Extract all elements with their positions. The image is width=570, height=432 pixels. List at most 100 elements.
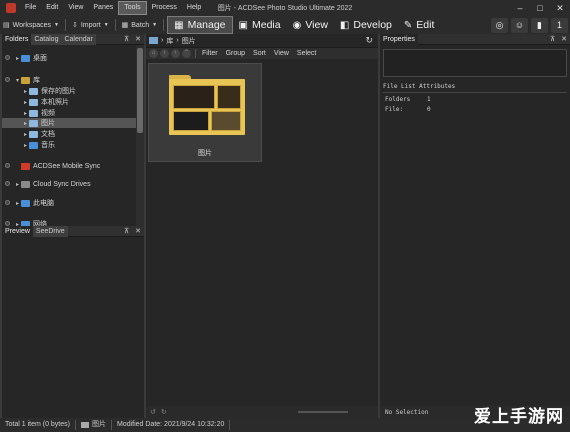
title-bar: File Edit View Panes Tools Process Help 图片 - A…: [0, 0, 570, 16]
folder-tree-scrollbar[interactable]: [136, 45, 144, 226]
mode-tab-view[interactable]: ◉ View: [287, 16, 334, 34]
mode-tab-develop[interactable]: ◧ Develop: [334, 16, 398, 34]
status-total: Total 1 item (0 bytes): [0, 420, 76, 430]
menu-item-file[interactable]: File: [20, 1, 41, 15]
chevron-right-icon[interactable]: ▸: [22, 142, 29, 149]
chevron-down-icon[interactable]: ▾: [14, 77, 21, 84]
property-row: File: 0: [385, 106, 567, 113]
menu-item-edit[interactable]: Edit: [41, 1, 63, 15]
develop-icon: ◧: [339, 19, 350, 31]
mode-tab-edit[interactable]: ✎ Edit: [398, 16, 440, 34]
library-icon: [149, 37, 158, 44]
menu-item-view[interactable]: View: [63, 1, 88, 15]
pin-panel-icon[interactable]: ⊼: [121, 226, 132, 237]
folder-tree-item[interactable]: ACDSee Mobile Sync: [2, 161, 136, 171]
menu-item-process[interactable]: Process: [147, 1, 182, 15]
back-icon[interactable]: ‹: [160, 49, 169, 58]
chevron-right-icon[interactable]: ▸: [22, 110, 29, 117]
folders-panel: Folders Catalog Calendar ⊼ ✕ ▸ 桌面 ▾ 库 ▸ 保存的图片…: [2, 33, 144, 228]
folder-tree-item[interactable]: ▸ 此电脑: [2, 198, 136, 208]
folder-tree-item[interactable]: ▸ 保存的图片: [2, 86, 136, 96]
close-panel-icon[interactable]: ✕: [132, 34, 144, 45]
toolbar-divider: [64, 19, 66, 31]
batch-button[interactable]: ▦ Batch ▼: [119, 18, 160, 32]
folder-tree-item[interactable]: ▸ 本机照片: [2, 97, 136, 107]
chevron-right-icon[interactable]: ▸: [14, 200, 21, 207]
menu-item-panes[interactable]: Panes: [88, 1, 118, 15]
folder-tree-item[interactable]: ▸ Cloud Sync Drives: [2, 179, 136, 189]
chevron-right-icon[interactable]: ▸: [14, 55, 21, 62]
chevron-right-icon[interactable]: ▸: [14, 181, 21, 188]
mode-tab-label: View: [305, 19, 328, 31]
mode-tab-media[interactable]: ▣ Media: [233, 16, 287, 34]
property-key: File:: [385, 106, 404, 113]
tab-catalog[interactable]: Catalog: [31, 33, 62, 45]
filter-menu-sort[interactable]: Sort: [249, 50, 270, 57]
tab-seedrive[interactable]: SeeDrive: [32, 225, 68, 237]
mode-tab-label: Edit: [416, 19, 435, 31]
grid-icon: ▦: [174, 19, 184, 31]
up-icon[interactable]: ⌃: [182, 49, 191, 58]
workspaces-button[interactable]: ▤ Workspaces ▼: [0, 18, 62, 32]
folder-tree-label: 此电脑: [33, 200, 54, 207]
folder-tree-item[interactable]: ▸ 图片: [2, 118, 136, 128]
folder-tree-item[interactable]: ▸ 音乐: [2, 140, 136, 150]
emoji-icon[interactable]: ☺: [511, 17, 528, 33]
property-row: Folders 1: [385, 96, 567, 103]
folder-preview-image: [211, 111, 241, 131]
home-icon[interactable]: ⌂: [149, 49, 158, 58]
minimize-button[interactable]: –: [510, 0, 530, 16]
365-icon[interactable]: ◎: [491, 17, 508, 33]
folder-tree-label: 保存的图片: [41, 88, 76, 95]
chevron-right-icon[interactable]: ▸: [22, 88, 29, 95]
folder-tree-item[interactable]: ▾ 库: [2, 75, 136, 85]
scrollbar-thumb[interactable]: [137, 48, 143, 133]
tab-folders[interactable]: Folders: [2, 33, 32, 45]
rotate-left-icon[interactable]: ↺: [150, 408, 156, 416]
breadcrumb: › 库 › 图片 ↻: [146, 34, 378, 48]
close-panel-icon[interactable]: ✕: [132, 226, 144, 237]
tab-preview[interactable]: Preview: [2, 225, 33, 237]
folder-icon: [29, 87, 38, 95]
filter-menu-view[interactable]: View: [270, 50, 293, 57]
batch-label: Batch: [131, 21, 150, 29]
folder-thumbnail[interactable]: 图片: [148, 63, 262, 162]
filter-menu-filter[interactable]: Filter: [198, 50, 222, 57]
breadcrumb-item-pictures[interactable]: 图片: [182, 36, 196, 46]
folder-tree-item[interactable]: ▸ 视频: [2, 108, 136, 118]
refresh-icon[interactable]: ↻: [365, 35, 373, 46]
folder-icon: [21, 180, 30, 188]
forward-icon[interactable]: ›: [171, 49, 180, 58]
chevron-right-icon[interactable]: ▸: [22, 99, 29, 106]
pin-panel-icon[interactable]: ⊼: [121, 34, 132, 45]
pin-panel-icon[interactable]: ⊼: [547, 34, 558, 45]
main-toolbar: ▤ Workspaces ▼ ⇩ Import ▼ ▦ Batch ▼ ▦ Man…: [0, 16, 570, 34]
breadcrumb-separator-icon: ›: [176, 37, 179, 44]
chart-icon[interactable]: ▮: [531, 17, 548, 33]
file-list-attributes-heading: File List Attributes: [383, 83, 567, 93]
folder-icon: [21, 54, 30, 62]
menu-item-tools[interactable]: Tools: [118, 1, 147, 15]
breadcrumb-item-library[interactable]: 库: [166, 36, 173, 46]
folder-icon: [29, 119, 38, 127]
filter-menu-group[interactable]: Group: [222, 50, 249, 57]
mode-tab-manage[interactable]: ▦ Manage: [167, 16, 233, 34]
import-button[interactable]: ⇩ Import ▼: [69, 18, 112, 32]
rotate-right-icon[interactable]: ↻: [161, 408, 167, 416]
maximize-button[interactable]: □: [530, 0, 550, 16]
browser-filter-bar: ⌂ ‹ › ⌃ Filter Group Sort View Select: [146, 48, 378, 59]
tab-calendar[interactable]: Calendar: [61, 33, 96, 45]
tab-properties[interactable]: Properties: [380, 33, 418, 45]
close-panel-icon[interactable]: ✕: [558, 34, 570, 45]
folder-tree-item[interactable]: ▸ 文档: [2, 129, 136, 139]
property-value: 0: [427, 106, 431, 113]
acdsee-logo-icon: [6, 3, 16, 13]
notification-icon[interactable]: 1: [551, 17, 568, 33]
chevron-right-icon[interactable]: ▸: [22, 131, 29, 138]
filter-menu-select[interactable]: Select: [293, 50, 320, 57]
menu-item-help[interactable]: Help: [182, 1, 206, 15]
folder-tree-item[interactable]: ▸ 桌面: [2, 53, 136, 63]
chevron-right-icon[interactable]: ▸: [22, 120, 29, 127]
close-button[interactable]: ✕: [550, 0, 570, 16]
zoom-slider[interactable]: [298, 411, 348, 413]
